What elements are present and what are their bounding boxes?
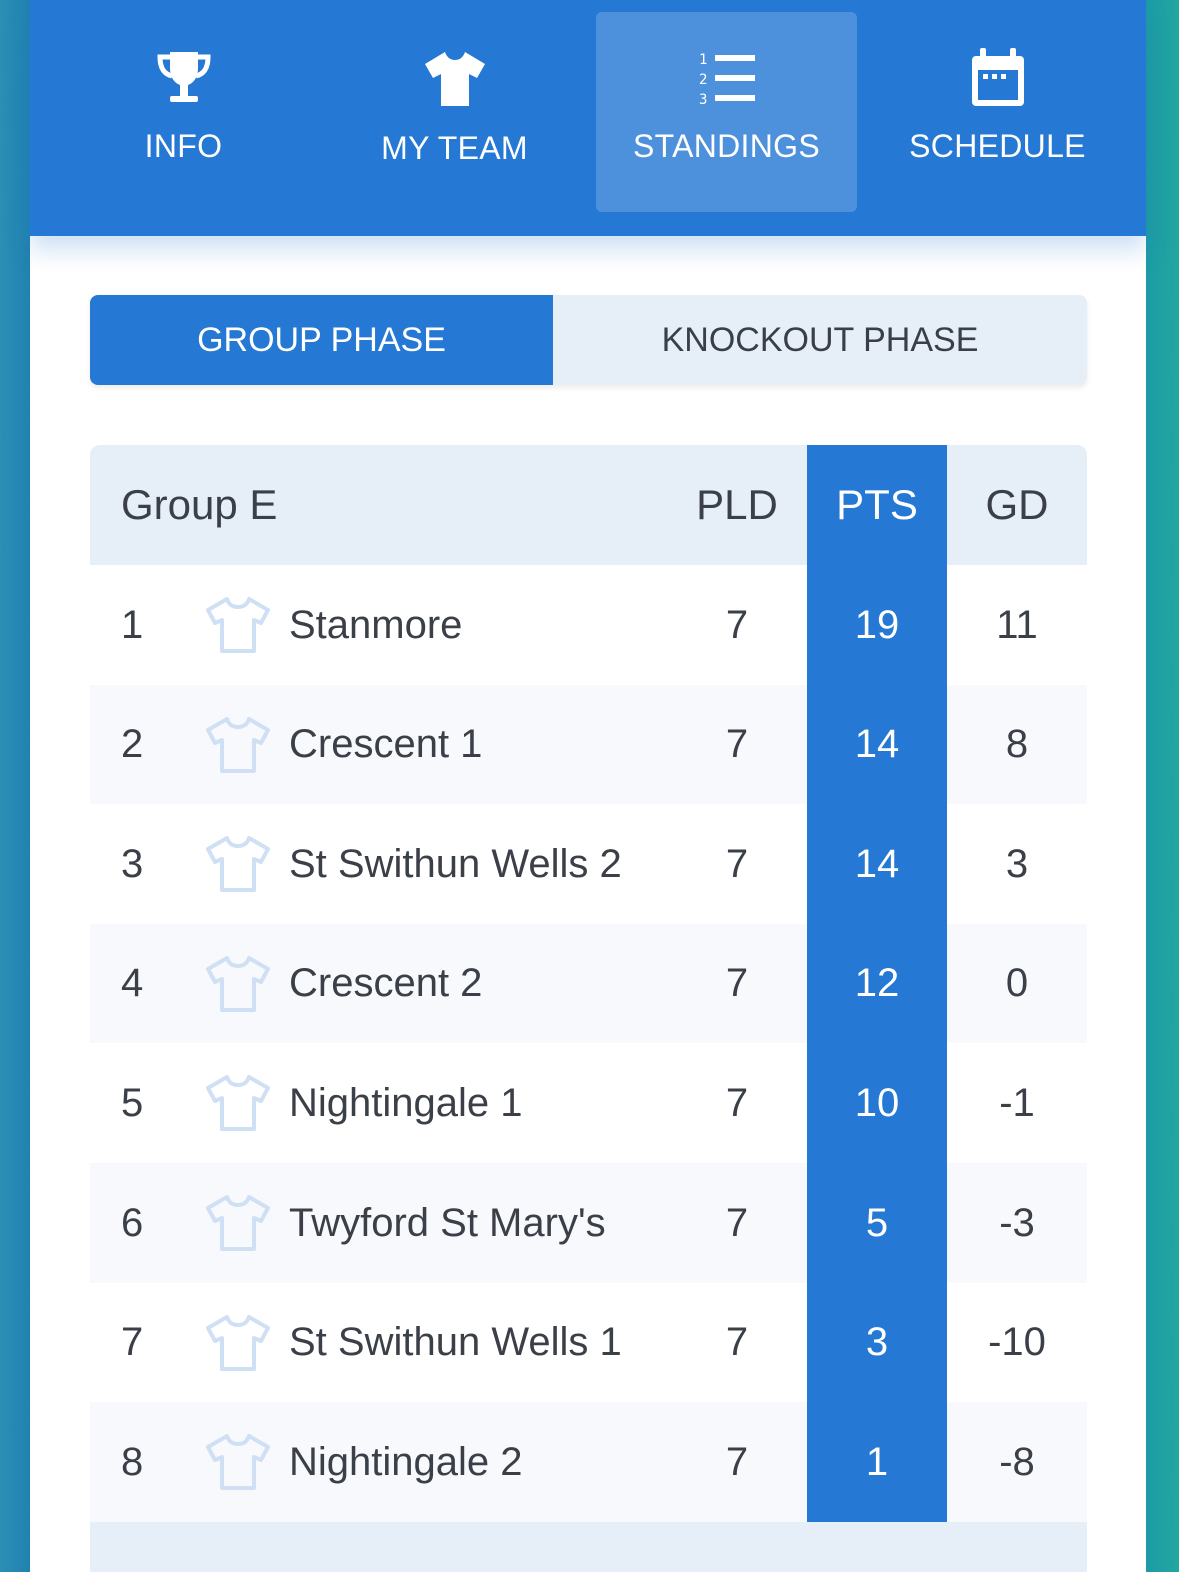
column-header-pts: PTS: [836, 481, 918, 528]
column-header-pld: PLD: [696, 481, 778, 528]
points: 19: [807, 565, 947, 685]
table-row[interactable]: 6 Twyford St Mary's 7 5 -3: [90, 1163, 1087, 1283]
team-shirt: [203, 685, 273, 805]
points: 12: [807, 923, 947, 1044]
calendar-icon: [971, 48, 1024, 106]
team-shirt: [203, 1402, 273, 1522]
position: 3: [121, 841, 144, 886]
goal-difference: -10: [988, 1320, 1046, 1365]
team-name: St Swithun Wells 1: [289, 1320, 622, 1365]
team-shirt-icon: [206, 1195, 270, 1251]
app-sheet: INFO MY TEAM 1 2 3 STANDINGS SCHEDULE GR…: [30, 0, 1146, 1572]
played: 7: [725, 841, 749, 886]
nav-tab-info[interactable]: INFO: [53, 12, 314, 212]
position: 8: [121, 1439, 144, 1484]
team-shirt: [203, 1043, 273, 1163]
team-shirt: [203, 1283, 273, 1403]
goal-difference: 3: [1005, 841, 1029, 886]
points: 10: [807, 1043, 947, 1164]
team-name: Nightingale 1: [289, 1080, 523, 1125]
table-row[interactable]: 2 Crescent 1 7 14 8: [90, 684, 1087, 805]
position: 6: [121, 1200, 144, 1245]
team-shirt-icon: [206, 955, 270, 1012]
team-shirt: [203, 804, 273, 924]
points: 14: [807, 684, 947, 805]
played: 7: [725, 1200, 749, 1245]
team-shirt-icon: [206, 597, 270, 653]
nav-tab-info-label: INFO: [144, 128, 223, 164]
team-shirt: [203, 565, 273, 685]
knockout-phase-button[interactable]: KNOCKOUT PHASE: [553, 295, 1087, 385]
team-name: Nightingale 2: [289, 1439, 523, 1484]
phase-switch: GROUP PHASE KNOCKOUT PHASE: [90, 295, 1087, 385]
goal-difference: 0: [1005, 961, 1029, 1006]
played: 7: [725, 1080, 749, 1125]
points: 14: [807, 804, 947, 925]
team-shirt-icon: [206, 716, 270, 773]
numbered-list-icon: 1 2 3: [699, 52, 755, 108]
team-shirt-icon: [206, 1075, 270, 1132]
goal-difference: -3: [999, 1200, 1035, 1245]
points: 1: [807, 1402, 947, 1523]
standings-table: Group E PLD PTS GD 1 Stanmore 7 19 11 2 Cresce…: [90, 445, 1087, 1572]
team-name: Twyford St Mary's: [289, 1200, 606, 1245]
nav-tab-my-team-label: MY TEAM: [381, 130, 528, 166]
nav-tab-schedule[interactable]: SCHEDULE: [867, 12, 1128, 212]
played: 7: [725, 602, 749, 647]
goal-difference: -8: [999, 1439, 1035, 1484]
table-row[interactable]: 3 St Swithun Wells 2 7 14 3: [90, 804, 1087, 925]
played: 7: [725, 961, 749, 1006]
trophy-icon: [156, 52, 211, 102]
nav-tab-my-team[interactable]: MY TEAM: [324, 12, 585, 212]
played: 7: [725, 722, 749, 767]
played: 7: [725, 1320, 749, 1365]
team-shirt-icon: [206, 836, 270, 893]
svg-text:3: 3: [699, 92, 707, 108]
position: 1: [121, 602, 144, 647]
fixtures-header: [90, 1522, 1087, 1572]
group-phase-button[interactable]: GROUP PHASE: [90, 295, 553, 385]
goal-difference: 8: [1005, 722, 1029, 767]
team-shirt: [203, 1163, 273, 1283]
svg-text:2: 2: [699, 72, 707, 88]
team-shirt-icon: [206, 1434, 270, 1491]
table-row[interactable]: 4 Crescent 2 7 12 0: [90, 923, 1087, 1044]
table-header: Group E PLD PTS GD: [90, 445, 1087, 565]
goal-difference: -1: [999, 1080, 1035, 1125]
shirt-icon: [424, 52, 485, 106]
top-navigation: INFO MY TEAM 1 2 3 STANDINGS SCHEDULE: [30, 0, 1146, 236]
team-name: Crescent 1: [289, 722, 483, 767]
group-name: Group E: [121, 481, 278, 528]
team-name: Stanmore: [289, 602, 463, 647]
table-row[interactable]: 7 St Swithun Wells 1 7 3 -10: [90, 1282, 1087, 1403]
position: 2: [121, 722, 144, 767]
team-name: Crescent 2: [289, 961, 483, 1006]
team-name: St Swithun Wells 2: [289, 841, 622, 886]
position: 5: [121, 1080, 144, 1125]
column-header-gd: GD: [985, 481, 1049, 528]
nav-tab-standings-label: STANDINGS: [632, 128, 820, 164]
points: 5: [807, 1163, 947, 1283]
position: 4: [121, 961, 144, 1006]
team-shirt-icon: [206, 1314, 270, 1371]
table-row[interactable]: 8 Nightingale 2 7 1 -8: [90, 1402, 1087, 1523]
table-row[interactable]: 5 Nightingale 1 7 10 -1: [90, 1043, 1087, 1164]
nav-tab-schedule-label: SCHEDULE: [909, 128, 1086, 164]
goal-difference: 11: [996, 602, 1038, 647]
points: 3: [807, 1282, 947, 1403]
nav-tab-standings[interactable]: 1 2 3 STANDINGS: [596, 12, 857, 212]
team-shirt: [203, 924, 273, 1044]
table-row[interactable]: 1 Stanmore 7 19 11: [90, 565, 1087, 685]
svg-text:1: 1: [699, 52, 707, 68]
played: 7: [725, 1439, 749, 1484]
position: 7: [121, 1320, 144, 1365]
